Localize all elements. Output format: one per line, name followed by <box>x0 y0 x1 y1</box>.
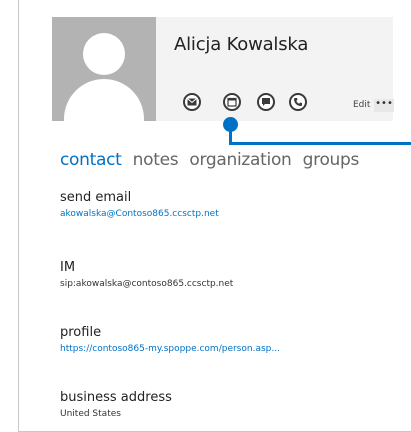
business-address-value: United States <box>60 409 121 419</box>
profile-link[interactable]: https://contoso865-my.spoppe.com/person.… <box>60 344 280 354</box>
profile-section: profile https://contoso865-my.spoppe.com… <box>60 325 280 354</box>
phone-icon[interactable] <box>289 93 307 111</box>
tab-bar: contact notes organization groups <box>60 150 365 170</box>
avatar-head-shape <box>83 33 125 75</box>
tab-notes[interactable]: notes <box>133 150 179 170</box>
avatar-body-shape <box>64 79 144 121</box>
business-address-section: business address United States <box>60 390 172 419</box>
im-label: IM <box>60 260 76 275</box>
callout-dot <box>223 117 238 132</box>
send-email-link[interactable]: akowalska@Contoso865.ccsctp.net <box>60 209 219 219</box>
email-icon[interactable] <box>183 93 201 111</box>
edit-link[interactable]: Edit <box>353 100 370 110</box>
tab-groups[interactable]: groups <box>303 150 360 170</box>
im-section: IM sip:akowalska@contoso865.ccsctp.net <box>60 260 233 289</box>
contact-name: Alicja Kowalska <box>174 34 309 55</box>
tab-contact[interactable]: contact <box>60 150 122 170</box>
callout-line-horizontal <box>230 142 411 145</box>
chat-icon[interactable] <box>257 93 275 111</box>
profile-label: profile <box>60 325 102 340</box>
more-button[interactable]: ••• <box>374 99 394 112</box>
avatar <box>52 17 156 121</box>
calendar-icon[interactable] <box>223 93 241 111</box>
im-value: sip:akowalska@contoso865.ccsctp.net <box>60 279 234 289</box>
send-email-label: send email <box>60 190 132 205</box>
business-address-label: business address <box>60 390 172 405</box>
send-email-section: send email akowalska@Contoso865.ccsctp.n… <box>60 190 219 219</box>
tab-organization[interactable]: organization <box>189 150 291 170</box>
